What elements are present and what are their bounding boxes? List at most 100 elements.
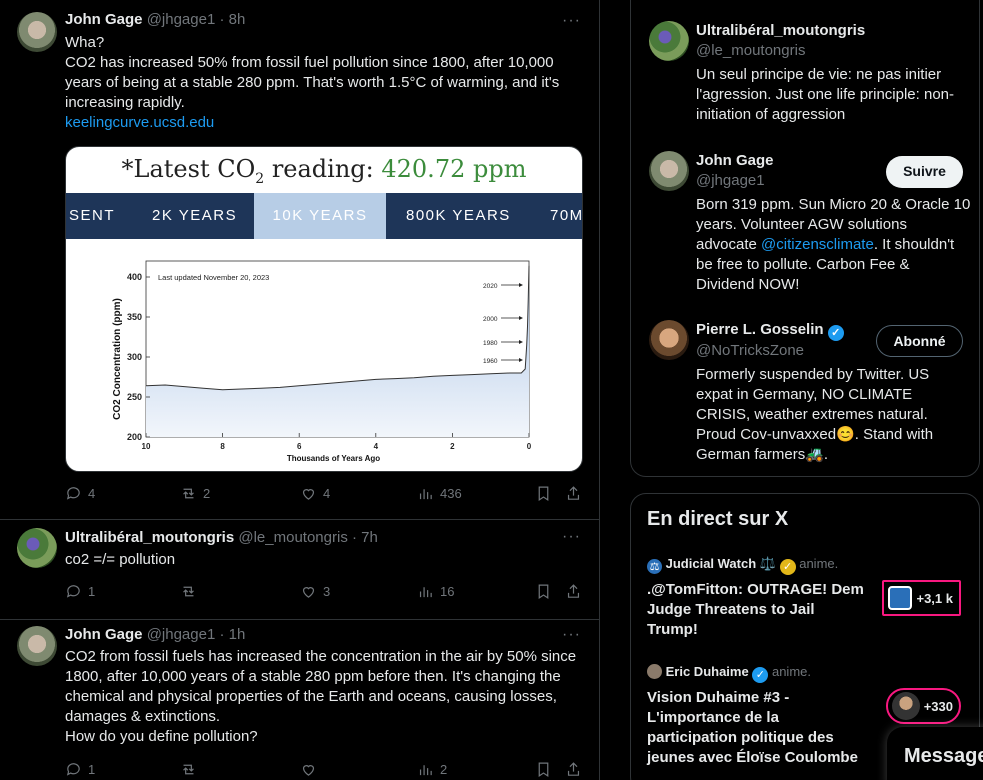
tweet-time[interactable]: 1h: [229, 626, 246, 643]
verified-badge-icon: ✓: [752, 667, 769, 683]
co2-reading-header: *Latest CO2 reading: 420.72 ppm: [121, 155, 527, 187]
bookmark-button[interactable]: [535, 761, 552, 778]
bio-mention-link[interactable]: @citizensclimate: [761, 236, 874, 253]
tab-70m[interactable]: 70M: [550, 193, 582, 239]
reply-icon: [66, 585, 80, 598]
host-avatar: [891, 692, 920, 720]
bookmark-button[interactable]: [535, 485, 552, 502]
avatar[interactable]: [17, 12, 57, 52]
author-name[interactable]: John Gage: [65, 11, 143, 28]
verified-badge-icon: ✓: [779, 559, 796, 575]
person-bio: Born 319 ppm. Sun Micro 20 & Oracle 10 y…: [696, 196, 971, 293]
more-options-icon[interactable]: ···: [562, 528, 581, 546]
tab-10k-years[interactable]: 10K YEARS: [254, 193, 386, 239]
tweet[interactable]: John Gage @jhgage1 · 8h Wha? CO2 has inc…: [0, 0, 599, 520]
analytics-icon: [419, 489, 432, 500]
tab-2k-years[interactable]: 2K YEARS: [152, 193, 237, 239]
y-axis-label: CO2 Concentration (ppm): [112, 298, 123, 420]
tweet-actions: 1 2: [65, 761, 589, 780]
tweet[interactable]: John Gage @jhgage1 · 1h CO2 from fossil …: [0, 620, 599, 780]
y-tick-label: 250: [127, 392, 142, 402]
live-source[interactable]: Judicial Watch ⚖️: [666, 556, 776, 571]
tweet-text: co2 =/= pollution: [65, 551, 176, 568]
person-handle[interactable]: @le_moutongris: [696, 41, 966, 61]
tweet-link[interactable]: keelingcurve.ucsd.edu: [65, 113, 583, 133]
reply-icon: [66, 487, 80, 500]
share-icon: [567, 584, 580, 598]
messages-drawer[interactable]: Message: [887, 727, 983, 780]
y-tick-label: 200: [127, 432, 142, 442]
x-tick-label: 6: [297, 442, 302, 451]
tweet-time[interactable]: 8h: [229, 11, 246, 28]
author-name[interactable]: Ultralibéral_moutongris: [65, 529, 234, 546]
share-button[interactable]: [565, 485, 582, 502]
retweet-icon: [183, 764, 194, 775]
live-listeners-badge[interactable]: +3,1 k: [882, 580, 961, 616]
retweet-button[interactable]: [180, 761, 197, 778]
more-options-icon[interactable]: ···: [562, 12, 581, 30]
reply-icon: [66, 763, 80, 776]
y-tick-label: 350: [127, 312, 142, 322]
bookmark-icon: [538, 486, 549, 502]
year-marker-label: 1960: [483, 358, 498, 365]
tweet-header: John Gage @jhgage1 · 8h: [65, 11, 246, 28]
author-name[interactable]: John Gage: [65, 626, 143, 643]
bookmark-button[interactable]: [535, 583, 552, 600]
like-button[interactable]: 3: [300, 583, 330, 600]
tweet-time[interactable]: 7h: [361, 529, 378, 546]
tweet-media-card[interactable]: *Latest CO2 reading: 420.72 ppm SENT 2K …: [65, 146, 583, 472]
avatar[interactable]: [649, 21, 689, 61]
more-options-icon[interactable]: ···: [562, 626, 581, 644]
following-button[interactable]: Abonné: [876, 325, 963, 357]
co2-reading-value: 420.72 ppm: [381, 155, 527, 183]
person-bio: Un seul principe de vie: ne pas initier …: [696, 66, 955, 123]
retweet-button[interactable]: [180, 583, 203, 600]
range-tabs: SENT 2K YEARS 10K YEARS 800K YEARS 70M: [66, 193, 582, 239]
like-button[interactable]: [300, 761, 317, 778]
eric-duhaime-avatar-icon: [647, 664, 662, 679]
retweet-button[interactable]: 2: [180, 485, 210, 502]
analytics-icon: [419, 765, 432, 776]
views-button[interactable]: 436: [417, 485, 462, 502]
tab-800k-years[interactable]: 800K YEARS: [406, 193, 511, 239]
retweet-icon: [183, 586, 194, 597]
person-bio: Formerly suspended by Twitter. US expat …: [696, 366, 934, 463]
x-tick-label: 4: [374, 442, 379, 451]
person-name[interactable]: Pierre L. Gosselin: [696, 321, 824, 338]
y-tick-label: 300: [127, 352, 142, 362]
year-marker-label: 2000: [483, 316, 498, 323]
tweet-header: Ultralibéral_moutongris @le_moutongris ·…: [65, 529, 378, 546]
avatar[interactable]: [649, 320, 689, 360]
author-handle[interactable]: @jhgage1: [147, 626, 216, 643]
live-title[interactable]: Vision Duhaime #3 - L'importance de la p…: [647, 688, 869, 768]
tweet-header: John Gage @jhgage1 · 1h: [65, 626, 246, 643]
person-name[interactable]: Ultralibéral_moutongris: [696, 21, 966, 41]
year-marker-label: 2020: [483, 283, 498, 290]
judicial-watch-logo-icon: ⚖: [647, 559, 662, 574]
live-title[interactable]: .@TomFitton: OUTRAGE! Dem Judge Threaten…: [647, 580, 869, 640]
reply-button[interactable]: 4: [65, 485, 95, 502]
share-button[interactable]: [565, 761, 582, 778]
avatar[interactable]: [649, 151, 689, 191]
year-marker-label: 1980: [483, 340, 498, 347]
follow-button[interactable]: Suivre: [886, 156, 963, 188]
avatar[interactable]: [17, 626, 57, 666]
heart-icon: [302, 489, 315, 500]
views-button[interactable]: 16: [417, 583, 454, 600]
author-handle[interactable]: @jhgage1: [147, 11, 216, 28]
views-button[interactable]: 2: [417, 761, 447, 778]
live-listeners-badge[interactable]: +330: [885, 688, 961, 724]
reply-button[interactable]: 1: [65, 583, 95, 600]
author-handle[interactable]: @le_moutongris: [238, 529, 347, 546]
live-source[interactable]: Eric Duhaime: [666, 664, 749, 679]
tab-present[interactable]: SENT: [69, 193, 115, 239]
share-button[interactable]: [565, 583, 582, 600]
like-button[interactable]: 4: [300, 485, 330, 502]
avatar[interactable]: [17, 528, 57, 568]
timeline: John Gage @jhgage1 · 8h Wha? CO2 has inc…: [0, 0, 600, 780]
share-icon: [567, 762, 580, 776]
reply-button[interactable]: 1: [65, 761, 95, 778]
x-tick-label: 2: [450, 442, 455, 451]
relevant-people-card: Ultralibéral_moutongris @le_moutongris U…: [630, 0, 980, 477]
tweet[interactable]: Ultralibéral_moutongris @le_moutongris ·…: [0, 520, 599, 620]
